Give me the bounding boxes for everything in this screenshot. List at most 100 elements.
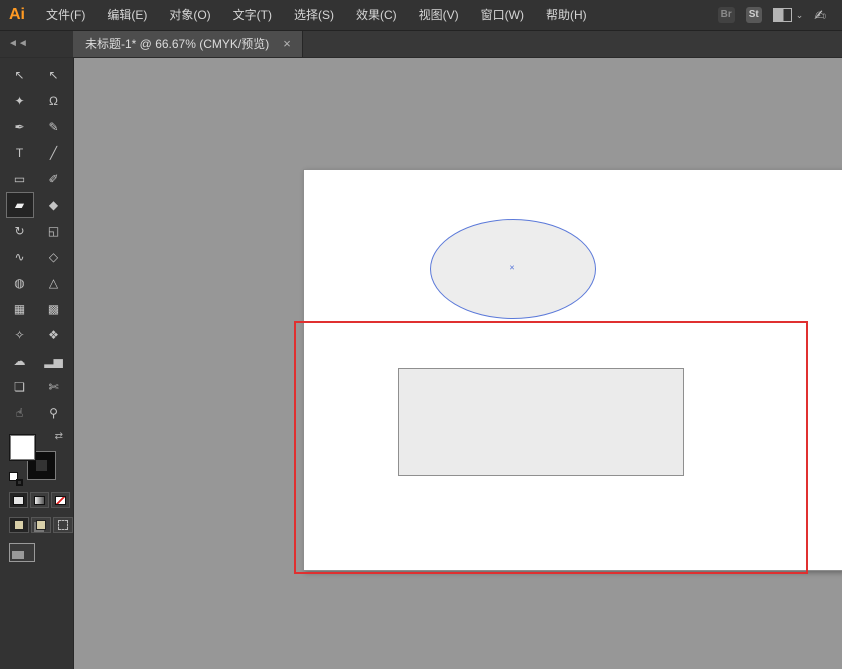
draw-mode-row: [9, 517, 73, 533]
tab-close-icon[interactable]: ×: [283, 37, 291, 50]
none-button[interactable]: [51, 492, 70, 508]
menu-select[interactable]: 选择(S): [283, 0, 345, 30]
menubar-right-icons: Br St ⌄ ✍: [718, 7, 842, 23]
eyedropper-icon: ✧: [14, 329, 24, 341]
bridge-icon[interactable]: Br: [718, 7, 735, 23]
menu-type[interactable]: 文字(T): [222, 0, 283, 30]
none-fill-icon: [55, 496, 66, 505]
shape-builder-tool[interactable]: ◍: [6, 270, 34, 296]
knife-tool[interactable]: ◆: [40, 192, 68, 218]
perspective-grid-tool[interactable]: △: [40, 270, 68, 296]
shape-builder-icon: ◍: [14, 277, 24, 289]
menu-object[interactable]: 对象(O): [158, 0, 221, 30]
menu-help[interactable]: 帮助(H): [535, 0, 598, 30]
draw-inside-icon: [58, 520, 68, 530]
fill-color-swatch[interactable]: [9, 434, 36, 461]
swap-fill-stroke-icon[interactable]: ⇄: [55, 432, 63, 442]
draw-normal-button[interactable]: [9, 517, 29, 533]
direct-selection-tool[interactable]: ↖: [40, 62, 68, 88]
app-logo: Ai: [0, 0, 35, 30]
artboard-icon: ❏: [14, 381, 25, 393]
selection-icon: ↖: [14, 69, 24, 81]
curvature-icon: ✎: [48, 121, 58, 133]
red-selection-rectangle[interactable]: [294, 321, 808, 574]
workspace-switcher[interactable]: ⌄: [773, 8, 804, 22]
artboard-tool[interactable]: ❏: [6, 374, 34, 400]
menu-view[interactable]: 视图(V): [408, 0, 470, 30]
scale-icon: ◱: [48, 225, 59, 237]
free-transform-tool[interactable]: ◇: [40, 244, 68, 270]
document-tab-strip: 未标题-1* @ 66.67% (CMYK/预览) ×: [73, 30, 842, 58]
pen-icon: ✒: [14, 121, 24, 133]
hand-icon: ☝: [16, 407, 23, 419]
eraser-icon: ▰: [15, 199, 24, 211]
type-tool[interactable]: T: [6, 140, 34, 166]
screen-mode-button[interactable]: [9, 543, 35, 562]
free-transform-icon: ◇: [49, 251, 58, 263]
draw-normal-icon: [14, 520, 24, 530]
knife-icon: ◆: [49, 199, 58, 211]
symbol-sprayer-tool[interactable]: ☁: [6, 348, 34, 374]
eraser-tool[interactable]: ▰: [6, 192, 34, 218]
paintbrush-tool[interactable]: ✐: [40, 166, 68, 192]
width-tool[interactable]: ∿: [6, 244, 34, 270]
blend-icon: ❖: [48, 329, 59, 341]
lasso-icon: Ω: [49, 95, 58, 107]
menu-list: 文件(F)编辑(E)对象(O)文字(T)选择(S)效果(C)视图(V)窗口(W)…: [35, 0, 598, 30]
lasso-tool[interactable]: Ω: [40, 88, 68, 114]
slice-tool[interactable]: ✄: [40, 374, 68, 400]
curvature-tool[interactable]: ✎: [40, 114, 68, 140]
mesh-tool[interactable]: ▦: [6, 296, 34, 322]
type-icon: T: [16, 147, 23, 159]
gradient-button[interactable]: [30, 492, 49, 508]
scale-tool[interactable]: ◱: [40, 218, 68, 244]
line-segment-icon: ╱: [50, 147, 57, 159]
column-graph-tool[interactable]: ▂▅: [40, 348, 68, 374]
magic-wand-icon: ✦: [14, 95, 24, 107]
symbol-sprayer-icon: ☁: [14, 355, 26, 367]
hand-tool[interactable]: ☝: [6, 400, 34, 426]
document-tab[interactable]: 未标题-1* @ 66.67% (CMYK/预览) ×: [73, 30, 303, 57]
draw-inside-button[interactable]: [53, 517, 73, 533]
document-tab-title: 未标题-1* @ 66.67% (CMYK/预览): [85, 35, 269, 52]
paintbrush-icon: ✐: [48, 173, 58, 185]
default-fill-stroke-icon[interactable]: [9, 472, 23, 486]
magic-wand-tool[interactable]: ✦: [6, 88, 34, 114]
fill-stroke-indicator: ⇄: [9, 432, 65, 486]
gradient-fill-icon: [34, 496, 45, 505]
slice-icon: ✄: [48, 381, 58, 393]
default-stroke-square: [16, 479, 23, 486]
screen-mode-icon: [12, 551, 24, 559]
chevron-down-icon: ⌄: [796, 11, 804, 20]
workspace-layout-icon: [773, 8, 792, 22]
menu-file[interactable]: 文件(F): [35, 0, 96, 30]
color-button[interactable]: [9, 492, 28, 508]
rotate-icon: ↻: [14, 225, 24, 237]
tools-panel: ◄◄ ↖ ↖ ✦ Ω ✒ ✎ T ╱ ▭ ✐ ▰ ◆ ↻ ◱ ∿ ◇ ◍ △ ▦▩ ✧ ❖ ☁ ▂▅ ❏ ✄ ☝ ⚲ ⇄: [0, 30, 74, 669]
zoom-tool[interactable]: ⚲: [40, 400, 68, 426]
color-mode-row: [9, 492, 73, 508]
panel-collapse-button[interactable]: ◄◄: [0, 30, 73, 58]
line-segment-tool[interactable]: ╱: [40, 140, 68, 166]
perspective-grid-icon: △: [49, 277, 58, 289]
eyedropper-tool[interactable]: ✧: [6, 322, 34, 348]
menu-window[interactable]: 窗口(W): [470, 0, 535, 30]
blend-tool[interactable]: ❖: [40, 322, 68, 348]
stock-icon[interactable]: St: [746, 7, 762, 23]
rectangle-icon: ▭: [14, 173, 25, 185]
selection-tool[interactable]: ↖: [6, 62, 34, 88]
pen-tool[interactable]: ✒: [6, 114, 34, 140]
color-fill-icon: [13, 496, 24, 505]
menu-edit[interactable]: 编辑(E): [96, 0, 158, 30]
canvas-area[interactable]: ×: [73, 57, 842, 669]
rectangle-tool[interactable]: ▭: [6, 166, 34, 192]
menu-bar: Ai 文件(F)编辑(E)对象(O)文字(T)选择(S)效果(C)视图(V)窗口…: [0, 0, 842, 31]
gradient-tool[interactable]: ▩: [40, 296, 68, 322]
ellipse-center-mark: ×: [509, 264, 514, 273]
share-icon[interactable]: ✍: [814, 8, 826, 22]
menu-effect[interactable]: 效果(C): [345, 0, 408, 30]
draw-behind-icon: [36, 520, 46, 530]
width-icon: ∿: [14, 251, 24, 263]
draw-behind-button[interactable]: [31, 517, 51, 533]
rotate-tool[interactable]: ↻: [6, 218, 34, 244]
